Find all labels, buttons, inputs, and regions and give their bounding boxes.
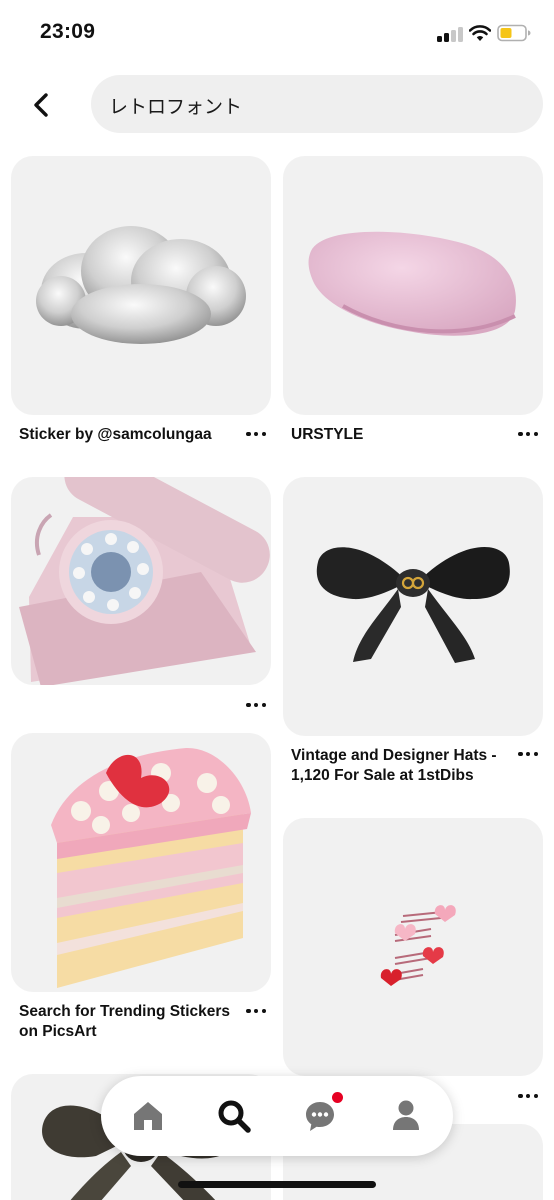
- search-icon: [218, 1100, 251, 1133]
- nav-home[interactable]: [126, 1094, 170, 1138]
- more-options-button[interactable]: [244, 1005, 268, 1017]
- search-input[interactable]: レトロフォント: [91, 75, 543, 133]
- cloud-image: [36, 226, 246, 344]
- home-icon: [134, 1102, 162, 1130]
- pin-title: Sticker by @samcolungaa: [19, 426, 212, 443]
- more-options-button[interactable]: [244, 699, 268, 711]
- more-options-button[interactable]: [244, 428, 268, 440]
- back-button[interactable]: [24, 88, 58, 122]
- chat-icon: [306, 1102, 334, 1131]
- pin-image-cloud[interactable]: [11, 156, 271, 415]
- nav-search[interactable]: [212, 1094, 256, 1138]
- search-query: レトロフォント: [109, 96, 243, 118]
- more-options-button[interactable]: [516, 1090, 540, 1102]
- chevron-left-icon: [34, 93, 48, 117]
- status-bar: 23:09: [0, 0, 554, 62]
- phone-image: [19, 477, 270, 685]
- pin-image-hair-clips[interactable]: [283, 818, 543, 1076]
- battery-icon: [497, 24, 531, 42]
- pin-image-black-bow[interactable]: [283, 477, 543, 736]
- black-bow-image: [316, 547, 510, 663]
- hair-clips-image: [380, 905, 456, 986]
- signal-icon: [437, 26, 463, 42]
- nav-messages[interactable]: [298, 1092, 343, 1138]
- nav-profile[interactable]: [384, 1094, 428, 1138]
- home-indicator: [178, 1181, 376, 1188]
- pin-title: Search for Trending Stickers on PicsArt: [19, 1003, 231, 1040]
- beret-image: [308, 231, 516, 336]
- wifi-icon: [469, 25, 491, 41]
- pin-image-cake[interactable]: [11, 733, 271, 992]
- notification-dot: [332, 1092, 343, 1103]
- status-time: 23:09: [40, 20, 96, 43]
- profile-icon: [393, 1100, 419, 1130]
- pin-image-beret[interactable]: [283, 156, 543, 415]
- pin-image-phone[interactable]: [11, 477, 271, 685]
- bottom-navigation: [101, 1076, 453, 1156]
- pin-title: URSTYLE: [291, 426, 364, 443]
- more-options-button[interactable]: [516, 428, 540, 440]
- more-options-button[interactable]: [516, 748, 540, 760]
- cake-image: [51, 747, 251, 988]
- pin-title: Vintage and Designer Hats - 1,120 For Sa…: [291, 747, 497, 784]
